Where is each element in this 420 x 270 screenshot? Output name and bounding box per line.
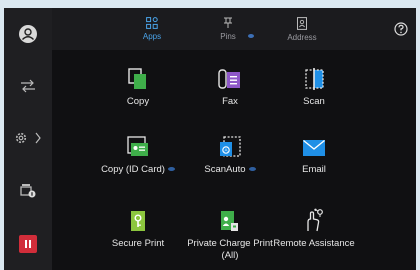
tab-apps-label: Apps [142,32,162,41]
id-card-icon [127,136,148,156]
scan-auto-icon: A [220,136,241,157]
pin-icon [224,17,232,28]
app-email-label: Email [302,164,326,175]
printer-info-button[interactable] [4,170,52,210]
app-email[interactable]: Email [266,130,362,190]
help-button[interactable] [392,20,410,38]
settings-gear-icon [15,132,27,144]
app-scanauto[interactable]: A ScanAuto [182,130,278,190]
scan-icon [305,68,324,90]
scroll-dot-marker [167,167,175,172]
user-icon [19,25,37,43]
job-status-icon [21,79,35,93]
app-secure-print-label: Secure Print [111,238,165,249]
fax-icon [218,69,240,89]
device-settings-button[interactable] [4,118,52,158]
printer-info-icon [20,184,36,198]
private-charge-print-icon [221,211,238,231]
app-secure-print[interactable]: Secure Print [90,204,186,264]
svg-text:A: A [224,148,227,153]
app-copy[interactable]: Copy [90,62,186,122]
tab-pins-label: Pins [220,32,236,41]
app-copy-id-card[interactable]: Copy (ID Card) [90,130,186,190]
remote-assistance-icon [307,208,323,232]
stop-icon [19,235,37,253]
top-tab-bar: Apps Pins Address [52,8,416,50]
tab-address[interactable]: Address [262,8,342,50]
tab-address-label: Address [287,32,317,42]
app-copy-label: Copy [126,96,150,107]
app-remote-assistance-label: Remote Assistance [273,238,355,249]
device-screen: Apps Pins Address Copy Fax Scan Copy (ID… [4,8,416,270]
user-login-button[interactable] [4,14,52,54]
question-icon [394,22,408,36]
chevron-right-icon [35,132,41,144]
copy-icon [128,68,146,89]
app-scanauto-label: ScanAuto [204,164,256,176]
apps-grid-icon [146,17,158,29]
left-sidebar [4,8,52,270]
email-icon [303,139,325,156]
address-book-icon [297,16,307,30]
secure-print-icon [131,211,145,231]
scroll-dot-marker [248,167,256,172]
app-scan[interactable]: Scan [266,62,362,122]
stop-button[interactable] [4,224,52,264]
app-remote-assistance[interactable]: Remote Assistance [266,204,362,264]
tab-scroll-marker [248,34,254,38]
app-scan-label: Scan [303,96,325,107]
app-fax[interactable]: Fax [182,62,278,122]
app-fax-label: Fax [222,96,238,107]
job-status-button[interactable] [4,66,52,106]
tab-apps[interactable]: Apps [112,8,192,50]
app-copy-id-card-label: Copy (ID Card) [101,164,175,176]
tab-pins[interactable]: Pins [188,8,268,50]
app-private-charge-print-label: Private Charge Print (All) [187,238,273,261]
app-private-charge-print[interactable]: Private Charge Print (All) [182,204,278,264]
